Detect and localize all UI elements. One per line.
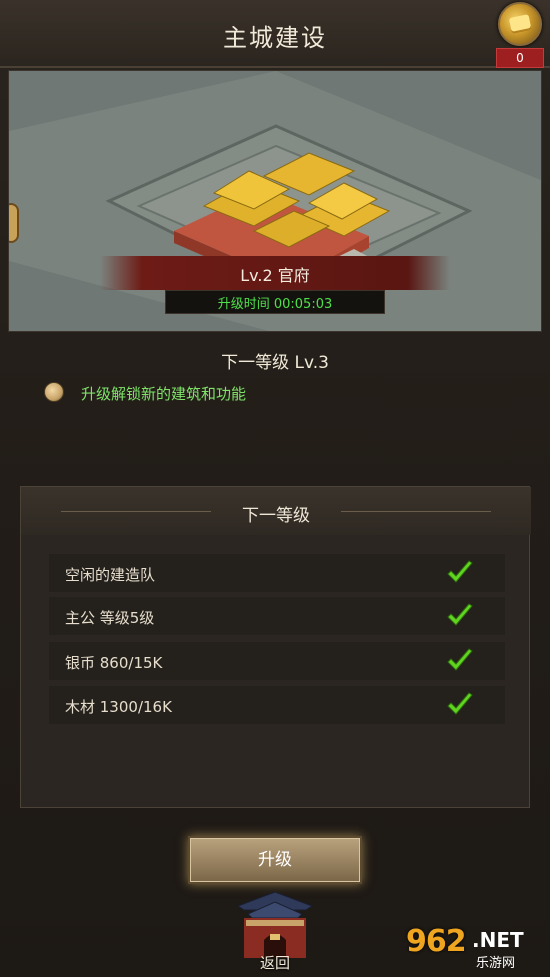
bullet-orb-icon [44, 382, 64, 402]
gold-count: 0 [496, 48, 544, 68]
requirements-header: 下一等级 [21, 487, 531, 535]
requirement-row: 木材 1300/16K [49, 686, 505, 724]
checkmark-icon [447, 648, 473, 671]
requirement-label: 主公 等级5级 [65, 609, 155, 627]
page-title: 主城建设 [223, 24, 327, 52]
requirement-label: 银币 860/15K [65, 654, 163, 672]
checkmark-icon [447, 692, 473, 715]
building-name: Lv.2 官府 [240, 266, 310, 285]
requirement-row: 空闲的建造队 [49, 554, 505, 592]
requirement-row: 主公 等级5级 [49, 597, 505, 635]
upgrade-timer: 升级时间 00:05:03 [217, 297, 333, 312]
side-handle[interactable] [9, 203, 19, 243]
watermark-logo: 962 .NET 乐游网 [406, 924, 542, 972]
header-bar: 主城建设 0 [0, 0, 550, 68]
requirement-row: 银币 860/15K [49, 642, 505, 680]
city-gate-icon[interactable] [228, 888, 322, 958]
unlock-description: 升级解锁新的建筑和功能 [81, 385, 247, 403]
requirement-label: 空闲的建造队 [65, 566, 156, 584]
checkmark-icon [447, 560, 473, 583]
requirements-title: 下一等级 [242, 506, 310, 526]
back-button[interactable]: 返回 [228, 888, 322, 977]
upgrade-button[interactable]: 升级 [188, 836, 362, 884]
gold-ingot-icon[interactable] [498, 2, 542, 46]
watermark-sub: 乐游网 [476, 956, 516, 971]
checkmark-icon [447, 603, 473, 626]
requirement-label: 木材 1300/16K [65, 698, 172, 716]
game-screen: 主城建设 0 Lv.2 官府 升级时间 00:05:03 下一等级 Lv.3 升… [0, 0, 550, 977]
gold-resource[interactable]: 0 [496, 2, 544, 68]
requirements-panel: 下一等级 空闲的建造队 主公 等级5级 银币 860/15K 木材 1300/1… [20, 486, 531, 808]
watermark-suffix: .NET [472, 928, 524, 952]
next-level-title: 下一等级 Lv.3 [221, 353, 329, 373]
watermark-number: 962 [406, 924, 467, 959]
back-label[interactable]: 返回 [228, 952, 322, 973]
